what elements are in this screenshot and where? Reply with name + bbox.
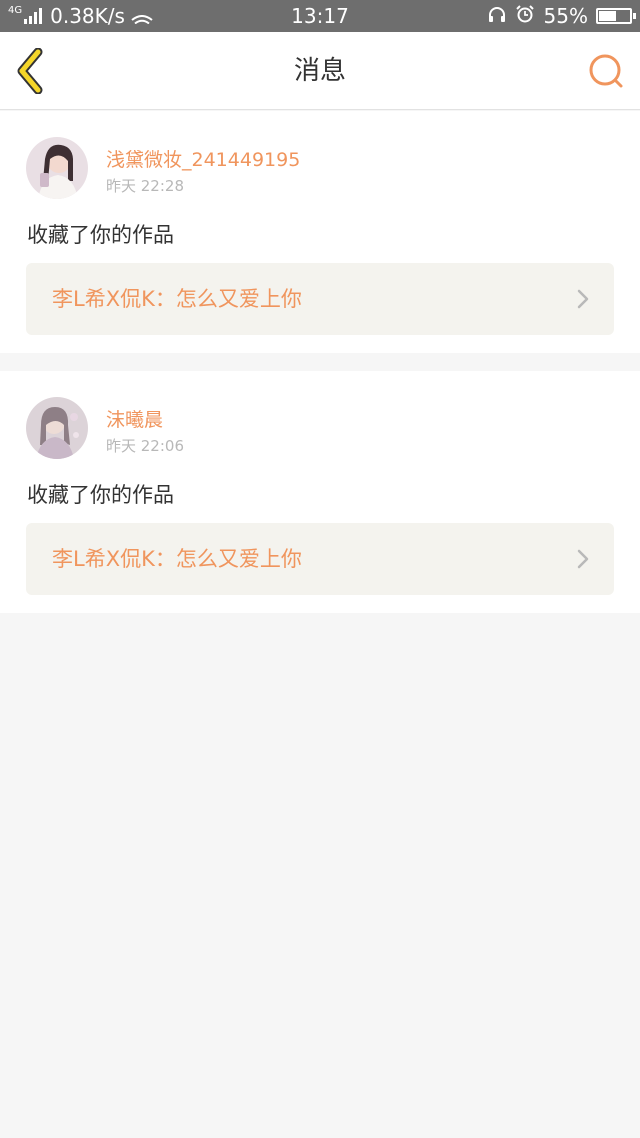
action-text: 收藏了你的作品 xyxy=(27,223,174,247)
timestamp: 昨天 22:06 xyxy=(106,437,184,455)
page-title: 消息 xyxy=(293,56,346,86)
action-text: 收藏了你的作品 xyxy=(27,483,174,507)
search-button[interactable] xyxy=(586,52,626,92)
username[interactable]: 沫曦晨 xyxy=(106,405,163,432)
timestamp: 昨天 22:28 xyxy=(106,177,184,195)
message-card: 浅黛微妆_241449195 昨天 22:28 收藏了你的作品 李L希X侃K：怎… xyxy=(0,111,640,353)
nav-bar: 消息 xyxy=(0,32,640,110)
avatar[interactable] xyxy=(26,397,88,459)
work-title: 李L希X侃K：怎么又爱上你 xyxy=(52,287,302,311)
message-card: 沫曦晨 昨天 22:06 收藏了你的作品 李L希X侃K：怎么又爱上你 xyxy=(0,371,640,613)
alarm-icon xyxy=(515,0,534,32)
chevron-right-icon xyxy=(577,289,589,309)
search-icon xyxy=(589,54,623,88)
work-link[interactable]: 李L希X侃K：怎么又爱上你 xyxy=(26,263,614,335)
headset-icon xyxy=(488,0,506,32)
work-link[interactable]: 李L希X侃K：怎么又爱上你 xyxy=(26,523,614,595)
battery-percent: 55% xyxy=(543,4,588,28)
battery-icon xyxy=(596,8,636,24)
status-bar: 4G 0.38K/s 13:17 55% xyxy=(0,0,640,32)
avatar[interactable] xyxy=(26,137,88,199)
username[interactable]: 浅黛微妆_241449195 xyxy=(106,145,300,172)
chevron-right-icon xyxy=(577,549,589,569)
work-title: 李L希X侃K：怎么又爱上你 xyxy=(52,547,302,571)
